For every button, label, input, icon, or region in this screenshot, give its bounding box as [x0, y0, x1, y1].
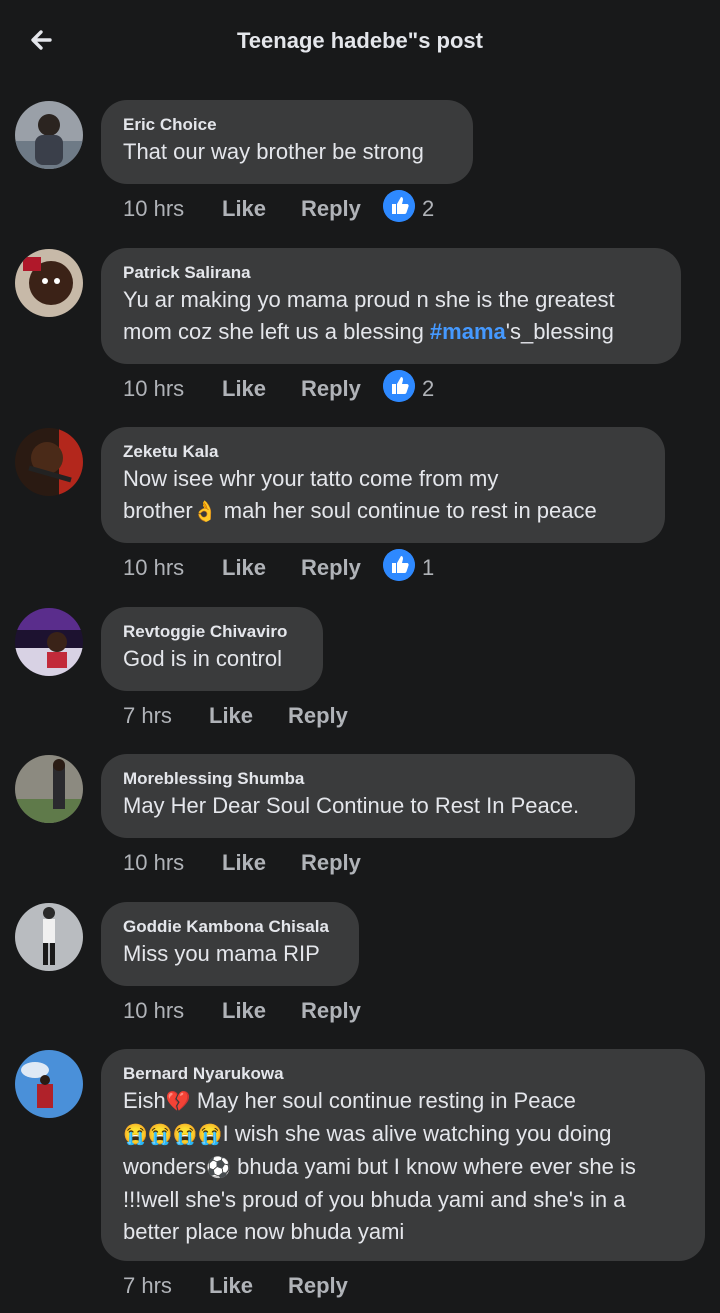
- comment-bubble[interactable]: Bernard Nyarukowa Eish💔 May her soul con…: [101, 1049, 705, 1261]
- page-title: Teenage hadebe"s post: [237, 28, 483, 53]
- crying-face-emoji: 😭😭😭😭: [123, 1124, 223, 1146]
- avatar[interactable]: [15, 755, 83, 823]
- reply-button[interactable]: Reply: [288, 703, 348, 729]
- avatar-image: [15, 249, 83, 317]
- comment-text-part: mah her soul continue to rest in peace: [217, 498, 597, 523]
- like-button[interactable]: Like: [209, 1273, 253, 1299]
- avatar-image: [15, 101, 83, 169]
- avatar[interactable]: [15, 428, 83, 496]
- reply-button[interactable]: Reply: [301, 196, 361, 222]
- reply-button[interactable]: Reply: [301, 850, 361, 876]
- avatar[interactable]: [15, 101, 83, 169]
- comment-time[interactable]: 10 hrs: [123, 555, 184, 581]
- avatar-image: [15, 755, 83, 823]
- like-button[interactable]: Like: [222, 850, 266, 876]
- comment-time[interactable]: 10 hrs: [123, 196, 184, 222]
- like-button[interactable]: Like: [209, 703, 253, 729]
- comment-text: May Her Dear Soul Continue to Rest In Pe…: [123, 793, 580, 818]
- soccer-ball-emoji: ⚽: [206, 1157, 232, 1179]
- reaction-count[interactable]: 2: [422, 196, 434, 222]
- avatar-image: [15, 903, 83, 971]
- reply-button[interactable]: Reply: [301, 376, 361, 402]
- comment-bubble[interactable]: Moreblessing Shumba May Her Dear Soul Co…: [101, 754, 635, 838]
- comment-author[interactable]: Eric Choice: [123, 114, 451, 136]
- comment-author[interactable]: Patrick Salirana: [123, 262, 659, 284]
- comment-bubble[interactable]: Revtoggie Chivaviro God is in control: [101, 607, 323, 691]
- comment-text: God is in control: [123, 646, 282, 671]
- reaction-count[interactable]: 1: [422, 555, 434, 581]
- comment-text: Eish💔 May her soul continue resting in P…: [123, 1085, 683, 1248]
- comment-bubble[interactable]: Patrick Salirana Yu ar making yo mama pr…: [101, 248, 681, 364]
- avatar[interactable]: [15, 903, 83, 971]
- ok-hand-emoji: 👌: [192, 501, 218, 523]
- like-button[interactable]: Like: [222, 376, 266, 402]
- comment-author[interactable]: Bernard Nyarukowa: [123, 1063, 683, 1085]
- comment-time[interactable]: 10 hrs: [123, 850, 184, 876]
- comment-text: That our way brother be strong: [123, 139, 424, 164]
- like-button[interactable]: Like: [222, 196, 266, 222]
- comment-text-part: I wish she was alive watching you doing: [222, 1121, 612, 1146]
- comment-time[interactable]: 7 hrs: [123, 703, 172, 729]
- comment-author[interactable]: Revtoggie Chivaviro: [123, 621, 301, 643]
- reply-button[interactable]: Reply: [301, 555, 361, 581]
- avatar-image: [15, 608, 83, 676]
- hashtag-link[interactable]: #mama: [430, 319, 506, 344]
- comment-bubble[interactable]: Eric Choice That our way brother be stro…: [101, 100, 473, 184]
- comment-bubble[interactable]: Goddie Kambona Chisala Miss you mama RIP: [101, 902, 359, 986]
- top-bar: Teenage hadebe"s post: [0, 0, 720, 86]
- comment-author[interactable]: Zeketu Kala: [123, 441, 643, 463]
- comment-author[interactable]: Moreblessing Shumba: [123, 768, 613, 790]
- avatar[interactable]: [15, 249, 83, 317]
- comment-text-part: 's_blessing: [505, 319, 614, 344]
- comment-text: Yu ar making yo mama proud n she is the …: [123, 284, 659, 348]
- avatar[interactable]: [15, 608, 83, 676]
- comment-text: Miss you mama RIP: [123, 941, 320, 966]
- reply-button[interactable]: Reply: [301, 998, 361, 1024]
- comment-text-part: Eish: [123, 1088, 166, 1113]
- comment-time[interactable]: 10 hrs: [123, 998, 184, 1024]
- reply-button[interactable]: Reply: [288, 1273, 348, 1299]
- comment-author[interactable]: Goddie Kambona Chisala: [123, 916, 337, 938]
- comment-text: Now isee whr your tatto come from my bro…: [123, 463, 643, 528]
- reaction-count[interactable]: 2: [422, 376, 434, 402]
- comment-bubble[interactable]: Zeketu Kala Now isee whr your tatto come…: [101, 427, 665, 543]
- comment-text-part: wonders: [123, 1154, 207, 1179]
- like-button[interactable]: Like: [222, 555, 266, 581]
- like-reaction-icon[interactable]: [383, 549, 415, 581]
- comment-text-part: May her soul continue resting in Peace: [190, 1088, 576, 1113]
- comment-time[interactable]: 7 hrs: [123, 1273, 172, 1299]
- avatar-image: [15, 428, 83, 496]
- like-reaction-icon[interactable]: [383, 190, 415, 222]
- avatar-image: [15, 1050, 83, 1118]
- comment-time[interactable]: 10 hrs: [123, 376, 184, 402]
- like-reaction-icon[interactable]: [383, 370, 415, 402]
- broken-heart-emoji: 💔: [165, 1091, 191, 1113]
- avatar[interactable]: [15, 1050, 83, 1118]
- like-button[interactable]: Like: [222, 998, 266, 1024]
